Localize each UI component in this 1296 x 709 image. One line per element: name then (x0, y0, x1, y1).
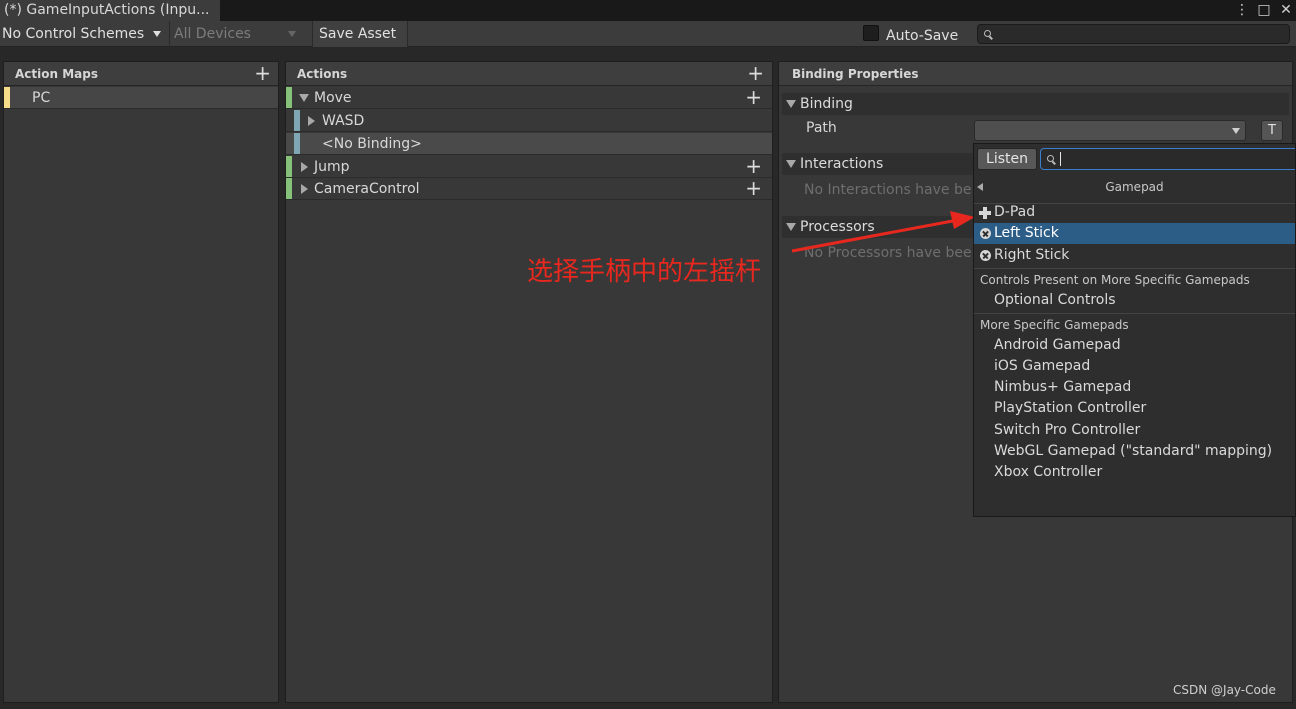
toolbar: No Control Schemes All Devices Save Asse… (0, 21, 1296, 47)
action-maps-panel: Action Maps + PC (3, 61, 279, 703)
collapse-arrow-icon[interactable] (308, 116, 315, 126)
control-item-label: Left Stick (994, 225, 1059, 241)
stick-icon (980, 250, 991, 261)
text-cursor (1060, 152, 1061, 166)
chevron-down-icon (152, 31, 161, 37)
action-color-bar (286, 156, 292, 177)
composite-item-wasd[interactable]: WASD (286, 110, 772, 132)
auto-save-checkbox[interactable] (863, 25, 879, 41)
control-item-label: D-Pad (994, 204, 1036, 220)
gamepad-item-switch-pro[interactable]: Switch Pro Controller (974, 420, 1295, 441)
collapse-arrow-icon[interactable] (301, 162, 308, 172)
control-item-label: Right Stick (994, 247, 1070, 263)
save-asset-button[interactable]: Save Asset (312, 21, 408, 47)
control-schemes-label: No Control Schemes (2, 26, 145, 42)
control-item-left-stick[interactable]: Left Stick (974, 223, 1295, 244)
devices-label: All Devices (174, 26, 251, 42)
search-icon (1047, 155, 1054, 162)
search-input[interactable] (977, 24, 1290, 44)
listen-button[interactable]: Listen (977, 148, 1037, 170)
close-icon[interactable]: ✕ (1276, 0, 1296, 21)
category-header: More Specific Gamepads (980, 318, 1129, 332)
auto-save-label: Auto-Save (886, 28, 959, 44)
binding-item-no-binding[interactable]: <No Binding> (286, 133, 772, 155)
devices-dropdown[interactable]: All Devices (169, 21, 307, 47)
action-maps-title: Action Maps (15, 67, 98, 81)
window-tab[interactable]: (*) GameInputActions (Inpu... (0, 0, 220, 21)
action-map-label: PC (32, 90, 51, 106)
chevron-down-icon (1232, 128, 1240, 134)
search-icon (984, 30, 991, 37)
interactions-empty-note: No Interactions have be (804, 182, 972, 198)
binding-label: <No Binding> (322, 136, 422, 152)
maximize-icon[interactable]: □ (1254, 0, 1274, 21)
binding-properties-title: Binding Properties (792, 67, 919, 81)
add-binding-icon[interactable]: + (745, 178, 762, 198)
watermark: CSDN @Jay-Code (1173, 683, 1276, 697)
text-mode-button[interactable]: T (1261, 120, 1283, 141)
composite-label: WASD (322, 113, 365, 129)
action-color-bar (286, 87, 292, 108)
action-color-bar (286, 178, 292, 199)
interactions-section-label: Interactions (800, 156, 884, 172)
binding-color-bar (294, 133, 300, 154)
action-label: CameraControl (314, 181, 420, 197)
gamepad-item-webgl[interactable]: WebGL Gamepad ("standard" mapping) (974, 441, 1295, 462)
gamepad-item-android[interactable]: Android Gamepad (974, 335, 1295, 356)
action-item-cameracontrol[interactable]: CameraControl + (286, 178, 772, 200)
actions-panel: Actions + Move + WASD <No Binding> Jump … (285, 61, 773, 703)
expand-arrow-icon (786, 100, 796, 108)
gamepad-item-nimbus[interactable]: Nimbus+ Gamepad (974, 377, 1295, 398)
binding-section-label: Binding (800, 96, 853, 112)
annotation-arrow-icon (791, 211, 975, 253)
popup-breadcrumb-bar: Gamepad (974, 174, 1295, 204)
collapse-arrow-icon[interactable] (301, 184, 308, 194)
add-binding-icon[interactable]: + (745, 156, 762, 176)
stick-icon (980, 228, 991, 239)
binding-section-header[interactable]: Binding (782, 93, 1289, 115)
breadcrumb-label: Gamepad (1105, 180, 1164, 194)
actions-title: Actions (297, 67, 348, 81)
popup-search-input[interactable] (1040, 148, 1295, 170)
binding-color-bar (294, 110, 300, 131)
dpad-icon (979, 207, 991, 219)
binding-properties-header: Binding Properties (779, 62, 1292, 86)
path-label: Path (806, 120, 837, 136)
expand-arrow-icon (786, 160, 796, 168)
popup-divider (974, 268, 1295, 269)
popup-divider (974, 313, 1295, 314)
add-binding-icon[interactable]: + (745, 87, 762, 107)
actions-header: Actions + (286, 62, 772, 86)
action-map-color-bar (4, 87, 10, 108)
action-label: Move (314, 90, 352, 106)
action-item-move[interactable]: Move + (286, 87, 772, 109)
control-item-d-pad[interactable]: D-Pad (974, 202, 1295, 223)
add-action-map-icon[interactable]: + (254, 63, 271, 83)
annotation-text: 选择手柄中的左摇杆 (527, 257, 762, 287)
gamepad-item-ios[interactable]: iOS Gamepad (974, 356, 1295, 377)
expand-arrow-icon[interactable] (299, 94, 309, 102)
gamepad-item-xbox[interactable]: Xbox Controller (974, 462, 1295, 483)
control-item-optional-controls[interactable]: Optional Controls (974, 290, 1295, 311)
category-header: Controls Present on More Specific Gamepa… (980, 273, 1250, 287)
action-map-item-pc[interactable]: PC (4, 87, 278, 109)
gamepad-item-playstation[interactable]: PlayStation Controller (974, 398, 1295, 419)
path-dropdown[interactable] (974, 120, 1246, 141)
add-action-icon[interactable]: + (747, 63, 764, 83)
control-item-right-stick[interactable]: Right Stick (974, 245, 1295, 266)
control-picker-popup: Listen Gamepad D-Pad Left Stick Right St… (973, 143, 1296, 517)
action-maps-header: Action Maps + (4, 62, 278, 86)
action-label: Jump (314, 159, 350, 175)
chevron-down-icon (288, 31, 296, 37)
action-item-jump[interactable]: Jump + (286, 156, 772, 178)
window-menu-icon[interactable]: ⋮ (1232, 0, 1252, 21)
control-schemes-dropdown[interactable]: No Control Schemes (0, 21, 166, 47)
